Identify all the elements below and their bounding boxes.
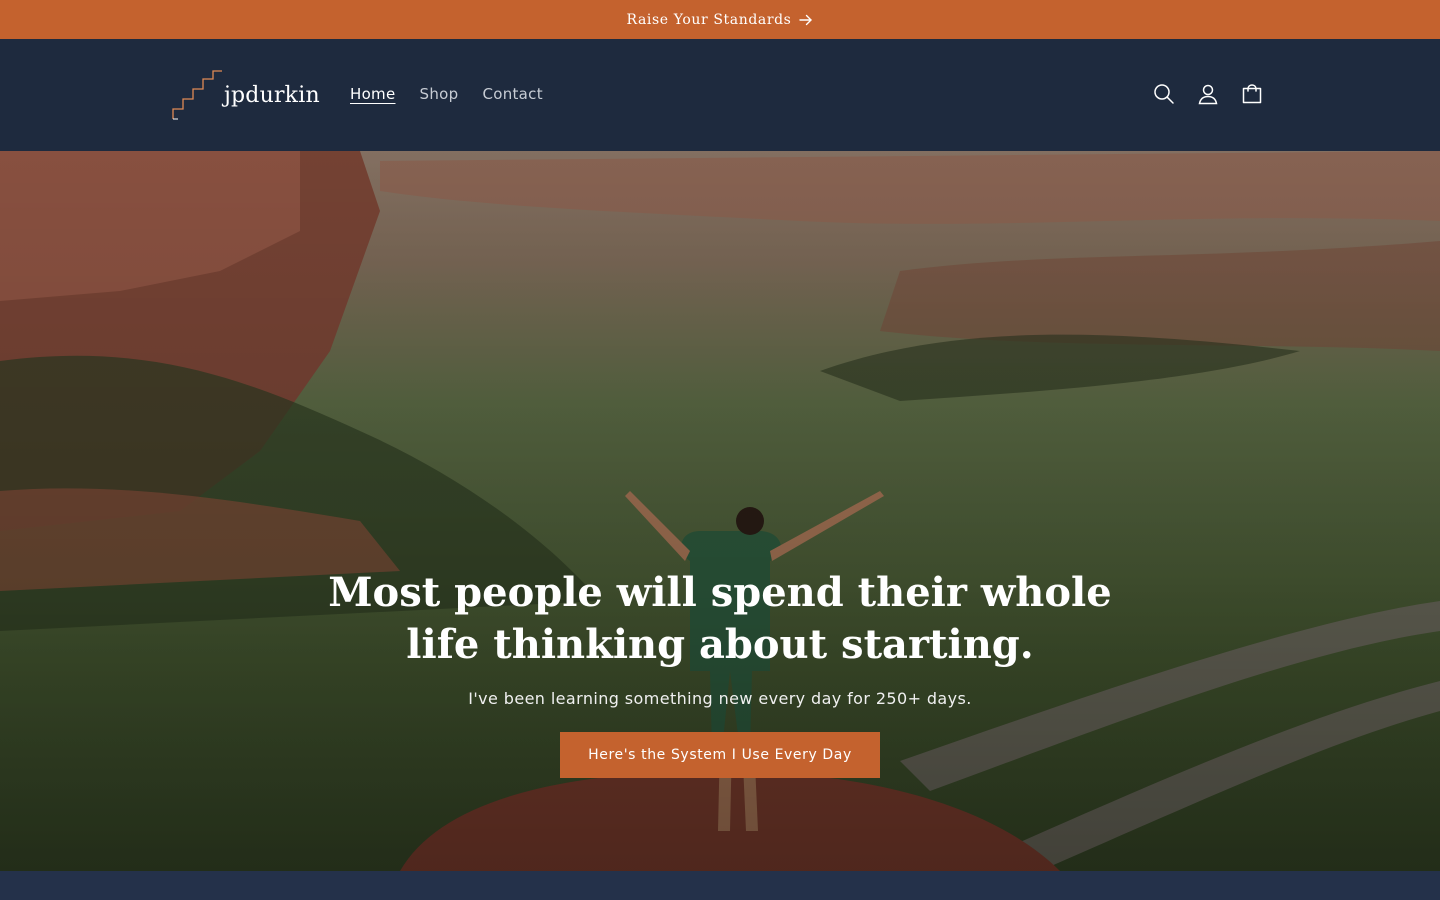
site-header: jpdurkin Home Shop Contact bbox=[0, 39, 1440, 151]
staircase-logo-icon bbox=[170, 69, 222, 121]
search-button[interactable] bbox=[1142, 73, 1186, 117]
header-icons bbox=[1142, 73, 1274, 117]
hero-content: Most people will spend their whole life … bbox=[0, 567, 1440, 778]
main-nav: Home Shop Contact bbox=[338, 81, 555, 107]
search-icon bbox=[1153, 83, 1175, 108]
hero-banner: Most people will spend their whole life … bbox=[0, 151, 1440, 871]
cart-icon bbox=[1241, 83, 1263, 108]
announcement-bar[interactable]: Raise Your Standards bbox=[0, 0, 1440, 39]
logo-text: jpdurkin bbox=[224, 82, 320, 108]
hero-title: Most people will spend their whole life … bbox=[328, 569, 1112, 668]
logo-link[interactable]: jpdurkin bbox=[170, 69, 320, 121]
account-icon bbox=[1197, 83, 1219, 108]
nav-item-shop[interactable]: Shop bbox=[408, 81, 471, 107]
cart-button[interactable] bbox=[1230, 73, 1274, 117]
account-button[interactable] bbox=[1186, 73, 1230, 117]
arrow-right-icon bbox=[799, 14, 813, 26]
nav-item-home[interactable]: Home bbox=[338, 81, 408, 107]
hero-subtitle: I've been learning something new every d… bbox=[468, 689, 972, 708]
nav-item-contact[interactable]: Contact bbox=[470, 81, 554, 107]
system-cta-button[interactable]: Here's the System I Use Every Day bbox=[560, 732, 880, 778]
next-section-band bbox=[0, 871, 1440, 900]
announcement-text: Raise Your Standards bbox=[626, 11, 792, 28]
